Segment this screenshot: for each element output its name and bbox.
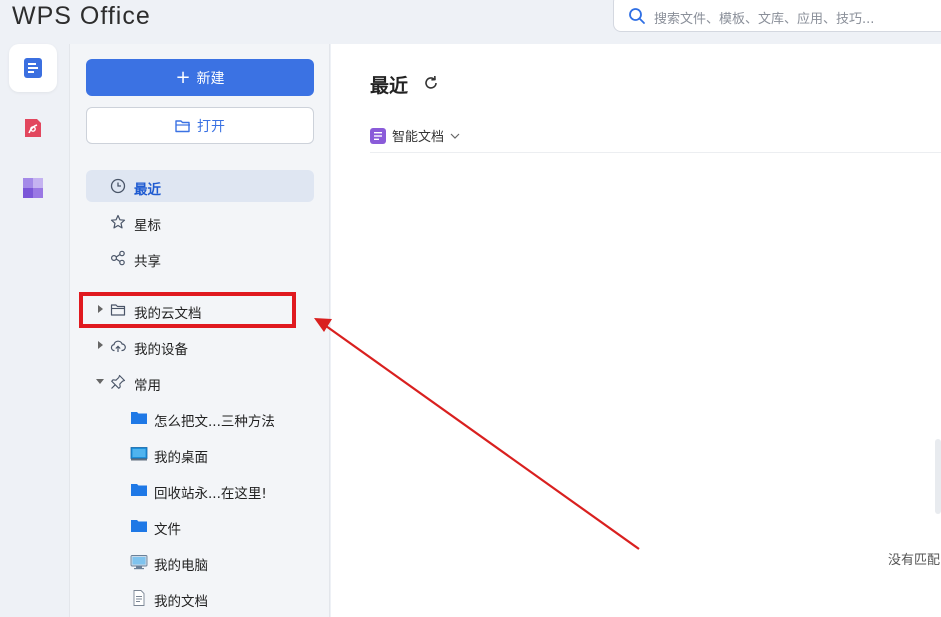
app-rail [0, 44, 68, 617]
common-item-label: 我的桌面 [154, 450, 208, 466]
common-item-label: 我的电脑 [154, 558, 208, 574]
open-button-label: 打开 [197, 118, 225, 135]
main-panel: 最近 智能文档 没有匹配 [331, 44, 941, 617]
clock-icon [110, 178, 126, 194]
search-icon [629, 8, 645, 24]
app-logo: WPS Office [12, 2, 151, 30]
refresh-icon[interactable] [422, 74, 440, 92]
common-item-label: 回收站永...在这里! [154, 486, 267, 502]
new-button-label: 新建 [196, 70, 225, 87]
nav-recent[interactable]: 最近 [86, 170, 314, 202]
star-icon [110, 214, 126, 229]
nav-shared-label: 共享 [134, 254, 161, 270]
folder-icon [131, 520, 147, 532]
filter-label: 智能文档 [392, 130, 445, 145]
tree-my-devices[interactable]: 我的设备 [86, 330, 314, 362]
document-file-icon [133, 590, 145, 606]
rail-pdf-button[interactable] [9, 104, 57, 152]
chevron-down-icon [450, 133, 460, 139]
nav-recent-label: 最近 [134, 182, 161, 198]
annotation-highlight-box [79, 292, 296, 328]
folder-icon [131, 484, 147, 496]
common-item-label: 我的文档 [154, 594, 208, 610]
common-item[interactable]: 我的桌面 [86, 438, 314, 470]
empty-state-text: 没有匹配 [888, 553, 941, 568]
folder-icon [131, 412, 147, 424]
nav-starred[interactable]: 星标 [86, 206, 314, 238]
tree-common-label: 常用 [134, 378, 161, 394]
caret-right-icon[interactable] [95, 340, 105, 350]
search-box[interactable]: 搜索文件、模板、文库、应用、技巧... [613, 0, 941, 32]
plus-icon: + [175, 66, 191, 88]
nav-starred-label: 星标 [134, 218, 161, 234]
caret-down-icon[interactable] [95, 376, 105, 386]
common-item-label: 怎么把文...三种方法 [154, 414, 275, 430]
sidebar: + 新建 打开 最近 星标 共享 我的云文档 我的设备 常用 怎么把文...三种… [69, 44, 330, 617]
pin-icon [111, 374, 126, 389]
smart-doc-icon [370, 127, 386, 144]
share-icon [110, 250, 125, 266]
nav-shared[interactable]: 共享 [86, 242, 314, 274]
cloud-upload-icon [110, 340, 126, 352]
folder-open-icon [175, 119, 190, 132]
computer-icon [130, 555, 148, 570]
tree-my-devices-label: 我的设备 [134, 342, 188, 358]
divider [370, 152, 941, 153]
common-item[interactable]: 怎么把文...三种方法 [86, 402, 314, 434]
scrollbar-handle[interactable] [935, 439, 941, 514]
page-title: 最近 [370, 75, 409, 97]
desktop-icon [130, 447, 148, 461]
search-input[interactable]: 搜索文件、模板、文库、应用、技巧... [654, 8, 874, 27]
common-item-label: 文件 [154, 522, 181, 538]
doc-type-filter[interactable]: 智能文档 [370, 126, 460, 145]
pdf-icon [25, 119, 41, 137]
document-icon [24, 58, 42, 78]
apps-icon [23, 178, 43, 198]
common-item[interactable]: 我的电脑 [86, 546, 314, 578]
open-button[interactable]: 打开 [86, 107, 314, 144]
rail-apps-button[interactable] [9, 164, 57, 212]
common-item[interactable]: 回收站永...在这里! [86, 474, 314, 506]
common-item[interactable]: 文件 [86, 510, 314, 542]
common-item[interactable]: 我的文档 [86, 582, 314, 614]
rail-documents-button[interactable] [9, 44, 57, 92]
tree-common[interactable]: 常用 [86, 366, 314, 398]
title-bar: WPS Office 搜索文件、模板、文库、应用、技巧... [0, 0, 941, 44]
new-button[interactable]: + 新建 [86, 59, 314, 96]
